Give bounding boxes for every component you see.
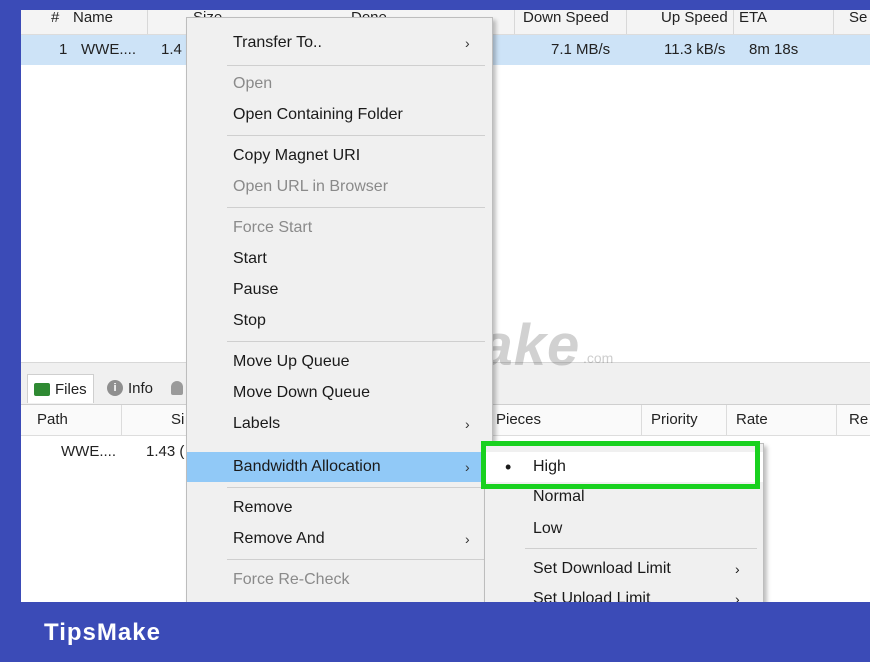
torrent-up-speed: 11.3 kB/s (664, 41, 726, 58)
col-remaining[interactable]: Re (849, 411, 868, 428)
col-pieces[interactable]: Pieces (496, 411, 541, 428)
menu-item-open-url-in-browser[interactable]: Open URL in Browser (187, 172, 492, 202)
torrent-index: 1 (59, 41, 68, 58)
menu-item-remove-and[interactable]: Remove And › (187, 524, 492, 554)
files-icon (34, 382, 50, 396)
highlight-callout-box (481, 441, 760, 489)
chevron-right-icon: › (465, 416, 470, 432)
col-seeds[interactable]: Se (849, 10, 867, 26)
col-file-size[interactable]: Si (171, 411, 184, 428)
col-down-speed[interactable]: Down Speed (523, 10, 609, 26)
menu-item-start[interactable]: Start (187, 244, 492, 274)
watermark-domain: .com (583, 350, 614, 366)
image-frame: # Name Size Done Down Speed Up Speed ETA… (0, 0, 870, 662)
col-path[interactable]: Path (37, 411, 68, 428)
col-up-speed[interactable]: Up Speed (661, 10, 728, 26)
chevron-right-icon: › (465, 35, 470, 51)
menu-item-copy-magnet-uri[interactable]: Copy Magnet URI (187, 141, 492, 171)
submenu-item-set-download-limit[interactable]: Set Download Limit › (485, 554, 763, 584)
col-index[interactable]: # (51, 10, 59, 26)
col-rate[interactable]: Rate (736, 411, 768, 428)
brand-logo-text: TipsMake (44, 619, 161, 646)
col-eta[interactable]: ETA (739, 10, 767, 26)
submenu-item-low[interactable]: Low (485, 514, 763, 544)
menu-item-transfer-to[interactable]: Transfer To.. › (187, 28, 492, 58)
info-icon: i (107, 380, 123, 396)
col-name[interactable]: Name (73, 10, 113, 26)
torrent-size: 1.4 (161, 41, 182, 58)
menu-item-move-up-queue[interactable]: Move Up Queue (187, 347, 492, 377)
chevron-right-icon: › (465, 459, 470, 475)
menu-item-labels[interactable]: Labels › (187, 409, 492, 439)
tab-info-label: Info (128, 379, 154, 397)
brand-bar: TipsMake (0, 602, 870, 662)
tab-files-label: Files (55, 380, 87, 398)
file-size: 1.43 ( (146, 443, 185, 460)
file-path: WWE.... (61, 443, 116, 460)
menu-item-open[interactable]: Open (187, 69, 492, 99)
peers-icon (171, 381, 183, 395)
tab-info[interactable]: i Info (107, 374, 153, 402)
menu-item-pause[interactable]: Pause (187, 275, 492, 305)
menu-item-remove[interactable]: Remove (187, 493, 492, 523)
menu-item-bandwidth-allocation[interactable]: Bandwidth Allocation › (187, 452, 492, 482)
chevron-right-icon: › (465, 531, 470, 547)
menu-item-force-re-check[interactable]: Force Re-Check (187, 565, 492, 595)
torrent-down-speed: 7.1 MB/s (551, 41, 611, 58)
menu-item-force-start[interactable]: Force Start (187, 213, 492, 243)
torrent-name: WWE.... (81, 41, 136, 58)
tab-files[interactable]: Files (27, 374, 94, 403)
col-priority[interactable]: Priority (651, 411, 698, 428)
context-menu: Transfer To.. › Open Open Containing Fold… (186, 17, 493, 604)
chevron-right-icon: › (735, 561, 740, 577)
menu-item-move-down-queue[interactable]: Move Down Queue (187, 378, 492, 408)
tab-peers[interactable] (171, 374, 183, 402)
torrent-eta: 8m 18s (749, 41, 799, 58)
menu-item-stop[interactable]: Stop (187, 306, 492, 336)
menu-item-open-containing-folder[interactable]: Open Containing Folder (187, 100, 492, 130)
